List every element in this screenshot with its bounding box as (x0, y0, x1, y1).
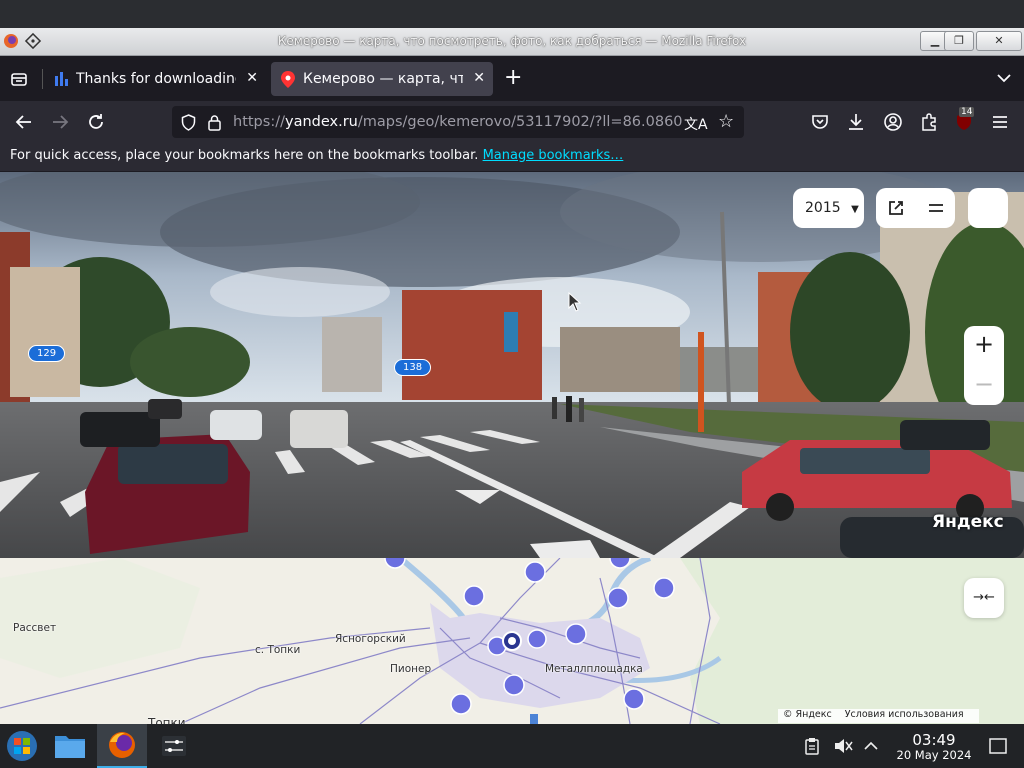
desktop-top-strip (0, 0, 1024, 28)
map-copyright: © Яндекс (783, 709, 832, 720)
panorama-tools (876, 188, 955, 228)
bookmark-star-icon[interactable]: ☆ (718, 111, 734, 132)
tab-label: Кемерово — карта, что (303, 71, 463, 87)
new-tab-button[interactable]: + (504, 67, 522, 89)
show-desktop-icon[interactable] (988, 737, 1008, 755)
back-arrow-icon[interactable] (14, 112, 34, 132)
url-domain: yandex.ru (284, 114, 358, 130)
panorama-year: 2015 (805, 200, 841, 216)
volume-muted-icon[interactable] (833, 737, 853, 755)
maximize-icon: ❐ (954, 34, 964, 47)
tab-label: Thanks for downloading (76, 71, 236, 87)
clipboard-icon[interactable] (804, 737, 820, 755)
url-bar[interactable]: https://yandex.ru/maps/geo/kemerovo/5311… (172, 106, 744, 138)
house-number-badge[interactable]: 138 (394, 359, 432, 376)
map-label: Пионер (390, 663, 432, 675)
tracking-protection-shield-icon[interactable] (180, 114, 197, 131)
tab-separator (42, 69, 43, 89)
tab-close-icon[interactable]: ✕ (473, 70, 485, 86)
map-label: Рассвет (13, 622, 57, 634)
map-pin-favicon-icon (281, 71, 295, 88)
bookmarks-toolbar: For quick access, place your bookmarks h… (0, 143, 1024, 171)
chart-favicon-icon (55, 72, 68, 86)
map-label: Ясногорский (335, 633, 406, 645)
desktop-screen: Кемерово — карта, что посмотреть, фото, … (0, 0, 1024, 768)
lock-icon[interactable] (207, 114, 222, 131)
extensions-puzzle-icon[interactable] (919, 112, 939, 132)
panorama-image (0, 172, 1024, 558)
map-label: Металлплощадка (545, 663, 643, 675)
navigation-toolbar: https://yandex.ru/maps/geo/kemerovo/5311… (0, 101, 1024, 143)
maximize-button[interactable]: ❐ (944, 31, 974, 51)
minimize-icon: ▁ (930, 34, 940, 47)
url-prefix: https:// (233, 114, 285, 130)
panorama-extra-button[interactable] (968, 188, 1008, 228)
folder-icon (55, 736, 85, 758)
collapse-arrows-icon: →← (973, 590, 995, 605)
clock-time[interactable]: 03:49 (904, 731, 964, 749)
plus-icon: + (504, 65, 523, 90)
ublock-extension-button[interactable]: 14 (954, 107, 976, 134)
window-titlebar[interactable]: Кемерово — карта, что посмотреть, фото, … (0, 28, 1024, 56)
taskbar-file-manager[interactable] (48, 724, 92, 768)
map-view[interactable]: Рассвет с. Топки Ясногорский Пионер Мета… (0, 558, 1024, 724)
clock-date[interactable]: 20 May 2024 (884, 748, 984, 762)
minus-icon: − (973, 370, 995, 398)
tray-expand-chevron-icon[interactable] (863, 739, 879, 751)
terms-of-use-link[interactable]: Условия использования (845, 709, 964, 720)
panorama-year-selector[interactable]: 2015 ▼ (793, 188, 864, 228)
open-external-icon[interactable] (887, 199, 905, 217)
zoom-out-button[interactable]: − (964, 366, 1004, 405)
taskbar-firefox[interactable] (97, 724, 147, 768)
tab-kemerovo-map[interactable]: Кемерово — карта, что ✕ (271, 62, 493, 96)
firefox-icon (109, 732, 135, 758)
yandex-logo: Яндекс (932, 512, 1004, 532)
start-menu-button[interactable] (0, 724, 44, 768)
tab-thanks-for-downloading[interactable]: Thanks for downloading ✕ (44, 62, 266, 96)
close-icon: ✕ (994, 34, 1004, 47)
extension-badge: 14 (959, 107, 975, 117)
zoom-in-button[interactable]: + (964, 326, 1004, 365)
taskbar-settings-app[interactable] (152, 724, 196, 768)
taskbar: 03:49 20 May 2024 (0, 724, 1024, 768)
list-all-tabs-icon[interactable] (996, 70, 1012, 86)
url-path: /maps/geo/kemerovo/53117902/?ll=86.08608… (357, 114, 683, 130)
sliders-icon (162, 736, 186, 756)
map-label: Топки (148, 716, 186, 724)
map-canvas (0, 558, 1024, 724)
translate-icon[interactable]: 文A (684, 114, 708, 134)
forward-arrow-icon[interactable] (50, 112, 70, 132)
window-title: Кемерово — карта, что посмотреть, фото, … (277, 34, 747, 48)
manage-bookmarks-link[interactable]: Manage bookmarks… (483, 148, 624, 163)
bookmarks-hint-text: For quick access, place your bookmarks h… (10, 148, 479, 163)
start-orb-icon (7, 731, 37, 761)
street-panorama[interactable]: 129 138 2015 ▼ + − Яндекс (0, 172, 1024, 558)
pocket-icon[interactable] (810, 112, 830, 132)
hamburger-menu-icon[interactable] (990, 112, 1010, 132)
tab-close-icon[interactable]: ✕ (246, 70, 258, 86)
panorama-menu-icon[interactable] (927, 199, 945, 217)
downloads-icon[interactable] (846, 112, 866, 132)
account-icon[interactable] (883, 112, 903, 132)
close-window-button[interactable]: ✕ (976, 31, 1022, 51)
panorama-zoom-control: + − (964, 326, 1004, 405)
tab-manager-icon[interactable] (10, 70, 28, 88)
map-label: с. Топки (255, 644, 301, 656)
caret-down-icon: ▼ (851, 204, 859, 215)
url-text[interactable]: https://yandex.ru/maps/geo/kemerovo/5311… (233, 114, 683, 130)
plus-icon: + (973, 330, 995, 358)
map-footer: © Яндекс Условия использования (778, 709, 979, 723)
mouse-cursor-icon (568, 292, 582, 312)
reload-icon[interactable] (86, 112, 106, 132)
house-number-badge[interactable]: 129 (28, 345, 66, 362)
tab-bar: Thanks for downloading ✕ Кемерово — карт… (0, 57, 1024, 101)
collapse-map-button[interactable]: →← (964, 578, 1004, 618)
